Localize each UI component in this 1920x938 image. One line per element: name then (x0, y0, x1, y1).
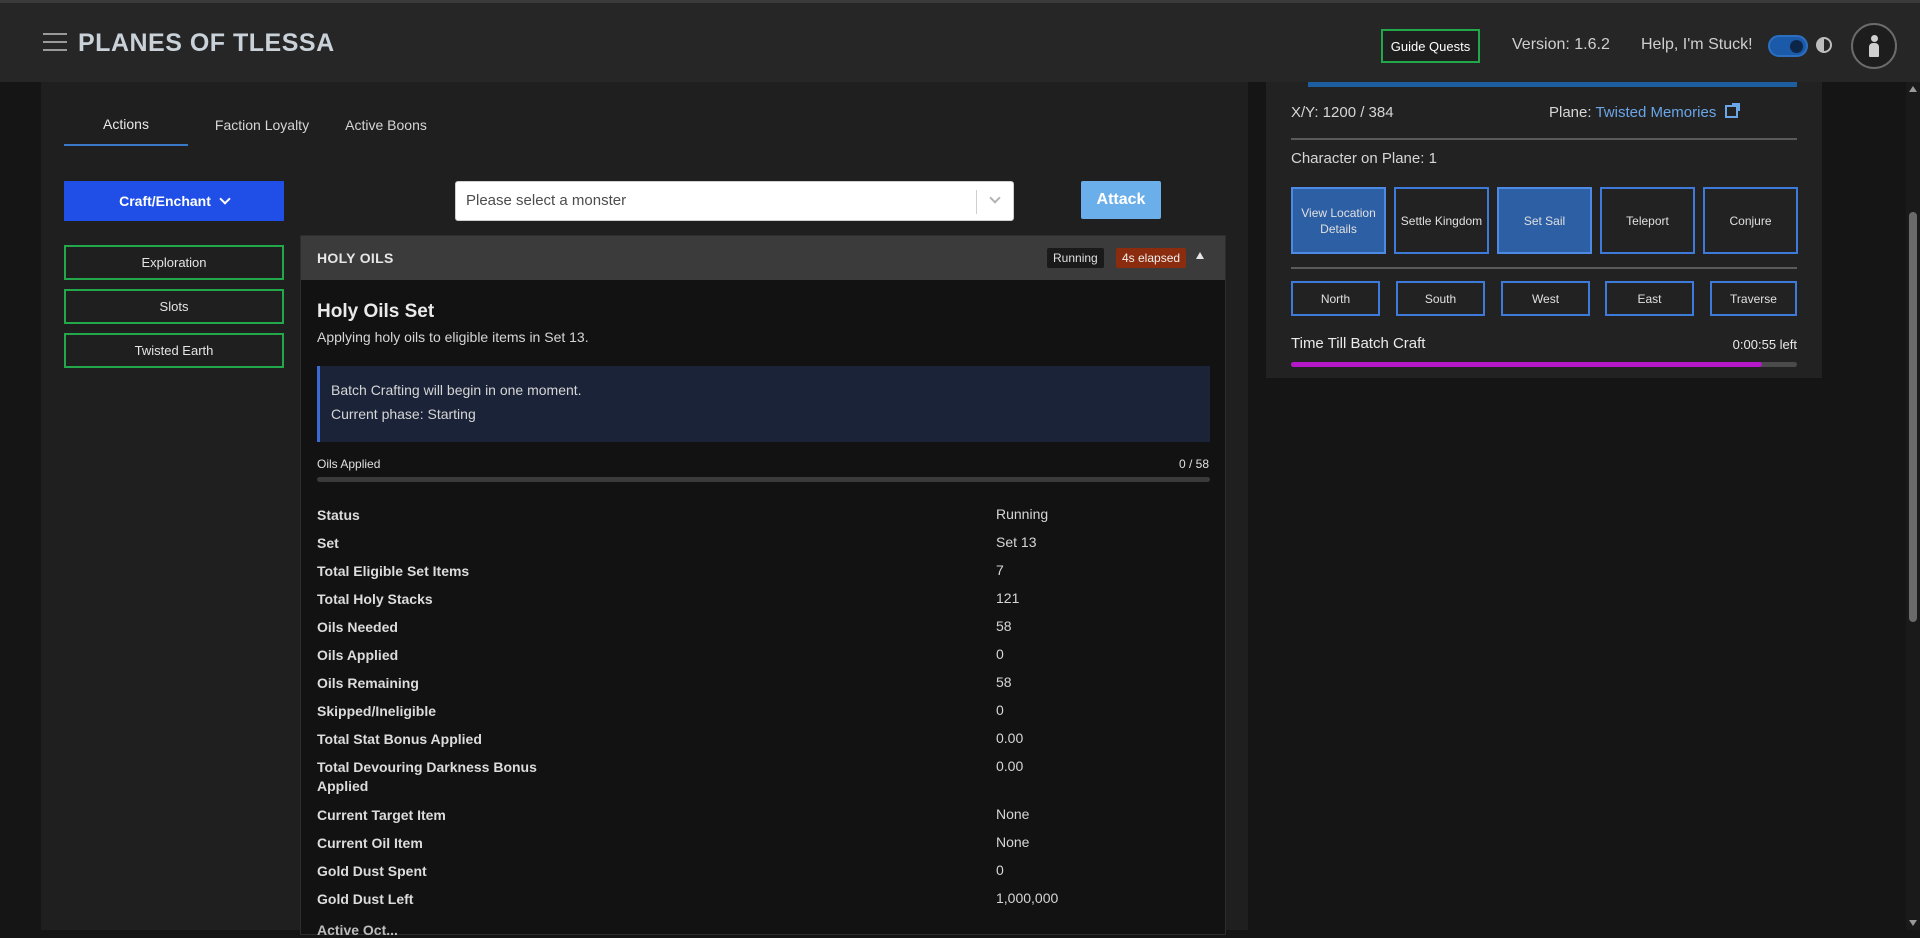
scroll-thumb[interactable] (1909, 212, 1917, 622)
info-line-1: Batch Crafting will begin in one moment. (331, 382, 582, 398)
plane-prefix: Plane: (1549, 104, 1592, 121)
stat-value: 58 (996, 674, 1012, 690)
characters-on-plane: Character on Plane: 1 (1291, 150, 1437, 167)
attack-button[interactable]: Attack (1081, 181, 1161, 219)
partial-section-heading: Active Oct... (317, 922, 398, 938)
stat-value: 0 (996, 646, 1004, 662)
west-button[interactable]: West (1501, 281, 1590, 316)
person-icon (1869, 35, 1879, 57)
chevron-down-icon (219, 192, 231, 205)
progress-label: Oils Applied (317, 457, 381, 471)
version-link[interactable]: Version: 1.6.2 (1512, 36, 1610, 54)
batch-craft-time: 0:00:55 left (1732, 337, 1797, 352)
stat-value: 0.00 (996, 730, 1024, 746)
set-sail-button[interactable]: Set Sail (1497, 187, 1592, 254)
top-navbar: PLANES OF TLESSA Guide Quests Version: 1… (0, 0, 1920, 82)
batch-craft-progress (1291, 362, 1797, 367)
stat-value: 58 (996, 618, 1012, 634)
slots-button[interactable]: Slots (64, 289, 284, 324)
hamburger-menu-icon[interactable] (43, 33, 67, 53)
tab-active-boons[interactable]: Active Boons (336, 104, 436, 146)
plane-info: Plane: Twisted Memories (1549, 103, 1740, 121)
map-actions-panel: X/Y: 1200 / 384 Plane: Twisted Memories … (1266, 82, 1822, 378)
oils-progress-bar (317, 477, 1210, 482)
east-button[interactable]: East (1605, 281, 1694, 316)
stat-value: None (996, 806, 1030, 822)
progress-count: 0 / 58 (1178, 457, 1209, 471)
info-line-2: Current phase: Starting (331, 406, 476, 422)
holy-oils-header[interactable]: HOLY OILS Running 4s elapsed (301, 236, 1225, 280)
stat-value: None (996, 834, 1030, 850)
stat-label: Current Oil Item (317, 835, 423, 851)
stat-label: Oils Needed (317, 619, 398, 635)
page-scrollbar[interactable] (1906, 82, 1920, 930)
theme-toggle[interactable] (1768, 35, 1808, 57)
conjure-button[interactable]: Conjure (1703, 187, 1798, 254)
toggle-knob (1790, 40, 1803, 53)
settle-kingdom-button[interactable]: Settle Kingdom (1394, 187, 1489, 254)
stat-value: 0 (996, 702, 1004, 718)
set-description: Applying holy oils to eligible items in … (317, 329, 589, 345)
select-separator (976, 190, 977, 214)
south-button[interactable]: South (1396, 281, 1485, 316)
view-location-details-button[interactable]: View Location Details (1291, 187, 1386, 254)
stat-label: Gold Dust Left (317, 891, 414, 907)
stat-value: 0.00 (996, 758, 1024, 774)
elapsed-badge: 4s elapsed (1116, 248, 1187, 268)
stat-value: Running (996, 506, 1049, 522)
external-link-icon[interactable] (1724, 103, 1740, 118)
north-button[interactable]: North (1291, 281, 1380, 316)
stat-label: Status (317, 507, 360, 523)
help-link[interactable]: Help, I'm Stuck! (1641, 36, 1753, 54)
brand-title[interactable]: PLANES OF TLESSA (78, 29, 335, 58)
stat-label: Total Eligible Set Items (317, 563, 470, 579)
stat-label: Total Stat Bonus Applied (317, 731, 482, 747)
set-title: Holy Oils Set (317, 301, 435, 322)
coordinates: X/Y: 1200 / 384 (1291, 104, 1394, 121)
profile-button[interactable] (1851, 23, 1897, 69)
teleport-button[interactable]: Teleport (1600, 187, 1695, 254)
stat-label: Total Holy Stacks (317, 591, 433, 607)
stat-label: Oils Applied (317, 647, 399, 663)
scroll-down-icon[interactable] (1909, 920, 1917, 926)
batch-craft-label: Time Till Batch Craft (1291, 335, 1426, 352)
craft-enchant-button[interactable]: Craft/Enchant (64, 181, 284, 221)
batch-craft-progress-fill (1291, 362, 1762, 367)
stat-value: Set 13 (996, 534, 1037, 550)
collapse-caret-icon[interactable] (1196, 252, 1204, 259)
contrast-icon (1816, 37, 1832, 53)
plane-link[interactable]: Twisted Memories (1595, 104, 1716, 121)
stat-value: 7 (996, 562, 1004, 578)
map-edge (1308, 82, 1797, 87)
tab-bar: Actions Faction Loyalty Active Boons (64, 104, 1214, 146)
traverse-button[interactable]: Traverse (1710, 281, 1797, 316)
monster-select-placeholder: Please select a monster (466, 192, 627, 209)
batch-info-box: Batch Crafting will begin in one moment.… (317, 366, 1210, 442)
holy-oils-card: HOLY OILS Running 4s elapsed Holy Oils S… (300, 235, 1226, 938)
guide-quests-button[interactable]: Guide Quests (1381, 29, 1480, 63)
chevron-down-icon (989, 192, 1001, 204)
exploration-button[interactable]: Exploration (64, 245, 284, 280)
holy-oils-title: HOLY OILS (317, 250, 394, 266)
stat-value: 0 (996, 862, 1004, 878)
stat-label: Set (317, 535, 339, 551)
stat-value: 1,000,000 (996, 890, 1059, 906)
stat-label: Gold Dust Spent (317, 863, 427, 879)
stat-label: Current Target Item (317, 807, 446, 823)
monster-select[interactable]: Please select a monster (455, 181, 1014, 221)
tab-faction-loyalty[interactable]: Faction Loyalty (204, 104, 320, 146)
stat-label: Total Devouring Darkness Bonus Applied (317, 759, 537, 794)
status-badge: Running (1047, 248, 1104, 268)
twisted-earth-button[interactable]: Twisted Earth (64, 333, 284, 368)
stat-value: 121 (996, 590, 1020, 606)
divider (1291, 267, 1797, 269)
tab-actions[interactable]: Actions (64, 104, 188, 146)
scroll-up-icon[interactable] (1909, 86, 1917, 92)
divider (1291, 138, 1797, 140)
stat-label: Oils Remaining (317, 675, 419, 691)
stat-label: Skipped/Ineligible (317, 703, 437, 719)
craft-enchant-label: Craft/Enchant (119, 193, 211, 209)
